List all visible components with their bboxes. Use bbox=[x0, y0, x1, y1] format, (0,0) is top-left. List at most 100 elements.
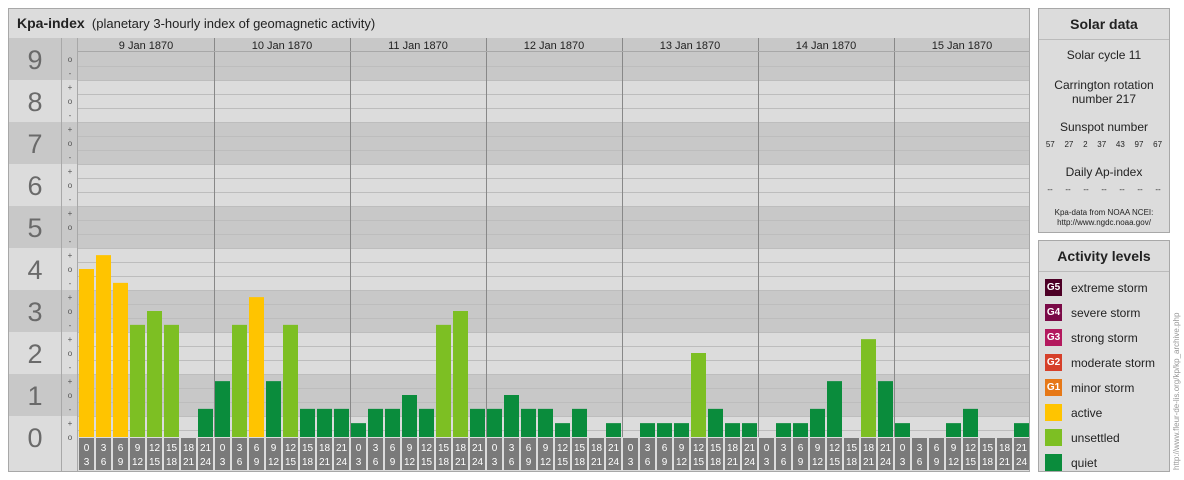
y-sub-label: o bbox=[68, 349, 73, 358]
y-sub-label: - bbox=[69, 111, 72, 120]
legend-label: strong storm bbox=[1071, 330, 1138, 345]
interval-end-label: 12 bbox=[676, 457, 688, 468]
interval-end-label: 3 bbox=[356, 457, 362, 468]
y-sub-label: o bbox=[68, 391, 73, 400]
credit-link[interactable]: http://www.ngdc.noaa.gov/ bbox=[1039, 218, 1169, 228]
interval-start-label: 18 bbox=[727, 443, 739, 454]
interval-start-label: 3 bbox=[509, 443, 515, 454]
solar-panel-title: Solar data bbox=[1039, 9, 1169, 40]
kp-bar bbox=[521, 408, 536, 437]
ap-value: -- bbox=[1083, 185, 1089, 194]
interval-start-label: 12 bbox=[149, 443, 161, 454]
y-sub-label: - bbox=[69, 69, 72, 78]
legend-swatch: G1 bbox=[1045, 379, 1062, 396]
interval-start-label: 9 bbox=[543, 443, 549, 454]
y-sub-label: - bbox=[69, 195, 72, 204]
kp-bar bbox=[674, 423, 689, 437]
interval-start-label: 18 bbox=[183, 443, 195, 454]
kp-bar bbox=[861, 339, 876, 437]
interval-end-label: 9 bbox=[118, 457, 124, 468]
interval-end-label: 15 bbox=[421, 457, 433, 468]
interval-start-label: 0 bbox=[628, 443, 634, 454]
day-label: 12 Jan 1870 bbox=[524, 40, 585, 52]
interval-start-label: 6 bbox=[254, 443, 260, 454]
kp-bar bbox=[1014, 423, 1029, 437]
kp-bar bbox=[776, 423, 791, 437]
interval-start-label: 9 bbox=[951, 443, 957, 454]
y-tick-label: 0 bbox=[27, 423, 42, 453]
kp-bar bbox=[640, 423, 655, 437]
interval-start-label: 12 bbox=[421, 443, 433, 454]
activity-legend: G5 extreme storm G4 severe storm G3 strong st… bbox=[1039, 272, 1169, 471]
kp-bar bbox=[538, 408, 553, 437]
interval-end-label: 12 bbox=[132, 457, 144, 468]
y-sub-label: + bbox=[68, 83, 73, 92]
activity-levels-panel: Activity levels G5 extreme storm G4 severe … bbox=[1038, 240, 1170, 472]
interval-end-label: 15 bbox=[149, 457, 161, 468]
interval-start-label: 3 bbox=[917, 443, 923, 454]
interval-start-label: 12 bbox=[693, 443, 705, 454]
interval-end-label: 9 bbox=[662, 457, 668, 468]
interval-end-label: 12 bbox=[948, 457, 960, 468]
interval-end-label: 3 bbox=[900, 457, 906, 468]
kp-bar bbox=[402, 395, 417, 437]
kp-bar bbox=[691, 353, 706, 437]
interval-start-label: 0 bbox=[900, 443, 906, 454]
kp-bar bbox=[198, 408, 213, 437]
carrington-rotation: Carrington rotation number 217 bbox=[1054, 78, 1154, 106]
interval-start-label: 6 bbox=[390, 443, 396, 454]
interval-end-label: 24 bbox=[1016, 457, 1028, 468]
interval-start-label: 0 bbox=[220, 443, 226, 454]
interval-end-label: 18 bbox=[982, 457, 994, 468]
legend-swatch: G5 bbox=[1045, 279, 1062, 296]
interval-start-label: 9 bbox=[679, 443, 685, 454]
solar-cycle: Solar cycle 11 bbox=[1066, 48, 1142, 62]
kp-band-7 bbox=[9, 122, 1029, 164]
y-sub-label: + bbox=[68, 419, 73, 428]
kp-bar bbox=[113, 282, 128, 437]
kp-bar bbox=[487, 408, 502, 437]
interval-start-label: 6 bbox=[934, 443, 940, 454]
interval-start-label: 0 bbox=[356, 443, 362, 454]
interval-start-label: 21 bbox=[1016, 443, 1028, 454]
interval-start-label: 3 bbox=[101, 443, 107, 454]
y-sub-label: + bbox=[68, 293, 73, 302]
interval-start-label: 3 bbox=[373, 443, 379, 454]
legend-item: active bbox=[1045, 404, 1169, 421]
kp-bar bbox=[895, 423, 910, 437]
kp-bar bbox=[878, 381, 893, 437]
y-sub-label: - bbox=[69, 153, 72, 162]
interval-end-label: 21 bbox=[319, 457, 331, 468]
sunspot-value: 43 bbox=[1115, 140, 1125, 149]
legend-item: unsettled bbox=[1045, 429, 1169, 446]
kp-bar bbox=[368, 408, 383, 437]
legend-swatch bbox=[1045, 454, 1062, 471]
y-sub-label: + bbox=[68, 209, 73, 218]
interval-end-label: 9 bbox=[390, 457, 396, 468]
interval-start-label: 0 bbox=[492, 443, 498, 454]
kp-band-4 bbox=[9, 248, 1029, 290]
interval-end-label: 21 bbox=[455, 457, 467, 468]
chart-title-bar: Kpa-index (planetary 3-hourly index of g… bbox=[9, 9, 1029, 37]
interval-end-label: 18 bbox=[302, 457, 314, 468]
kp-bar bbox=[164, 324, 179, 437]
credit-line-1: Kpa-data from NOAA NCEI: bbox=[1054, 208, 1154, 217]
kp-bar bbox=[453, 311, 468, 437]
legend-swatch bbox=[1045, 404, 1062, 421]
y-sub-label: o bbox=[68, 265, 73, 274]
legend-item: G2 moderate storm bbox=[1045, 354, 1169, 371]
legend-item: G3 strong storm bbox=[1045, 329, 1169, 346]
day-label: 14 Jan 1870 bbox=[796, 40, 857, 52]
interval-end-label: 15 bbox=[693, 457, 705, 468]
interval-start-label: 3 bbox=[781, 443, 787, 454]
legend-label: quiet bbox=[1071, 455, 1098, 470]
legend-item: G5 extreme storm bbox=[1045, 279, 1169, 296]
ap-value: -- bbox=[1155, 185, 1161, 194]
sunspot-value: 37 bbox=[1097, 140, 1107, 149]
interval-start-label: 21 bbox=[608, 443, 620, 454]
sunspot-label: Sunspot number bbox=[1059, 120, 1149, 134]
interval-end-label: 24 bbox=[744, 457, 756, 468]
y-sub-label: + bbox=[68, 377, 73, 386]
y-sub-label: + bbox=[68, 167, 73, 176]
interval-end-label: 12 bbox=[268, 457, 280, 468]
